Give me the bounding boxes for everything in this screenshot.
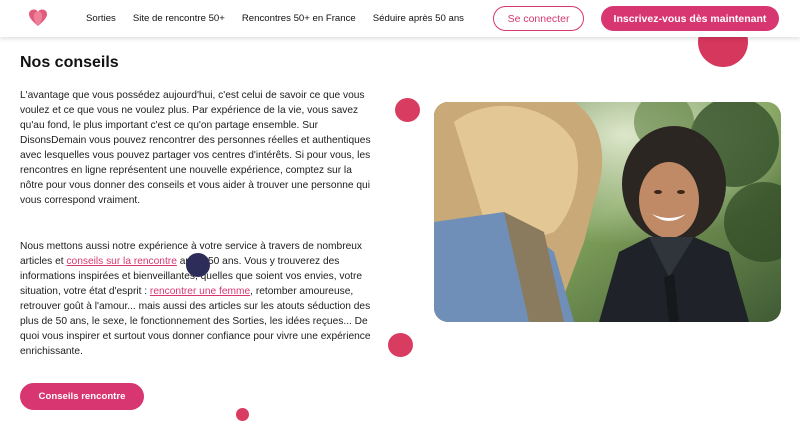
signup-button[interactable]: Inscrivez-vous dès maintenant	[601, 6, 779, 31]
nav-link-seduire[interactable]: Séduire après 50 ans	[373, 13, 464, 24]
advice-button[interactable]: Conseils rencontre	[20, 383, 144, 410]
nav-link-site-rencontre[interactable]: Site de rencontre 50+	[133, 13, 225, 24]
main-nav: Sorties Site de rencontre 50+ Rencontres…	[86, 0, 464, 37]
decorative-dot	[388, 333, 413, 357]
two-women-laughing-photo	[434, 102, 781, 322]
advice-paragraph-1: L'avantage que vous possédez aujourd'hui…	[20, 90, 371, 206]
heart-logo-icon[interactable]	[28, 8, 48, 28]
meet-woman-link[interactable]: rencontrer une femme	[150, 286, 250, 297]
nav-link-rencontres-france[interactable]: Rencontres 50+ en France	[242, 13, 356, 24]
section-title: Nos conseils	[20, 54, 119, 71]
site-header: Sorties Site de rencontre 50+ Rencontres…	[0, 0, 800, 37]
advice-link[interactable]: conseils sur la rencontre	[66, 256, 176, 267]
decorative-dot	[395, 98, 420, 122]
nav-link-sorties[interactable]: Sorties	[86, 13, 116, 24]
decorative-dot	[236, 408, 249, 421]
login-button[interactable]: Se connecter	[493, 6, 584, 31]
cursor-dot	[186, 253, 210, 277]
